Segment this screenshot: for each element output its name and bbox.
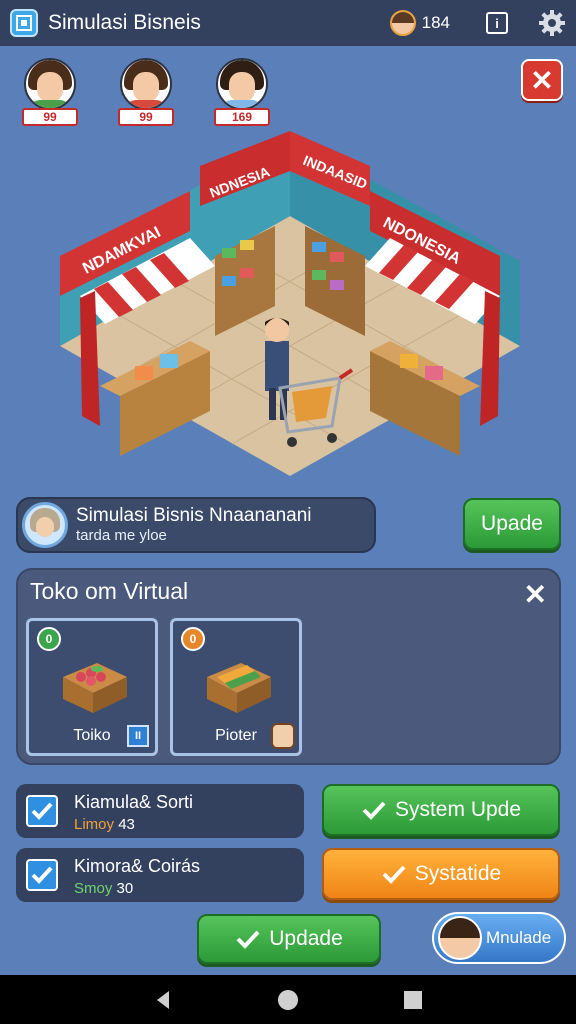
check-icon — [362, 801, 386, 820]
quest-stat: Limoy 43 — [74, 816, 135, 833]
info-subtitle: tarda me yloe — [76, 527, 167, 544]
manager-avatar — [438, 916, 482, 960]
app-title: Simulasi Bisneis — [48, 11, 201, 34]
quest-stat-label: Smoy — [74, 880, 113, 897]
mnulade-button[interactable]: Mnulade — [432, 912, 566, 964]
quest-stat-value: 30 — [116, 880, 134, 897]
quest-stat: Smoy 30 — [74, 880, 133, 897]
player-avatar — [120, 58, 172, 110]
player-score: 99 — [22, 108, 78, 126]
update-button-bottom[interactable]: Updade — [197, 914, 381, 964]
checkbox[interactable] — [26, 859, 58, 891]
quest-item-1[interactable]: Kiamula& Sorti Limoy 43 — [16, 784, 304, 838]
store-title: Toko om Virtual — [30, 578, 189, 604]
fruit-crate-icon — [63, 663, 127, 713]
player-score: 169 — [214, 108, 270, 126]
system-update-button[interactable]: System Upde — [322, 784, 560, 836]
update-button-top[interactable]: Upade — [463, 498, 561, 550]
back-icon[interactable] — [151, 988, 175, 1012]
player-avatar — [216, 58, 268, 110]
player-avatar-icon — [389, 10, 416, 36]
store-item-pioter[interactable]: 0 Pioter — [170, 618, 302, 756]
quest-stat-label: Limoy — [74, 816, 115, 833]
store-close-button[interactable]: ✕ — [524, 578, 547, 611]
simulation-info-bar: Simulasi Bisnis Nnaananani tarda me yloe — [16, 497, 376, 553]
button-label: Systatide — [414, 862, 502, 885]
player-1[interactable]: 99 — [20, 58, 80, 128]
check-icon — [236, 930, 260, 949]
info-button[interactable]: i — [486, 12, 508, 34]
quest-item-2[interactable]: Kimora& Coirás Smoy 30 — [16, 848, 304, 902]
item-tag-icon: II — [127, 725, 149, 747]
vendor-avatar — [271, 723, 295, 749]
virtual-store-panel: Toko om Virtual ✕ 0 Toiko II 0 Pioter — [16, 568, 561, 765]
gear-icon[interactable] — [538, 9, 566, 37]
store-scene[interactable]: NDNESIA INDAASID NDAMKVAI NDONESIA — [40, 126, 540, 494]
top-bar: Simulasi Bisneis 184 i — [0, 0, 576, 46]
home-icon[interactable] — [276, 988, 300, 1012]
info-title: Simulasi Bisnis Nnaananani — [76, 505, 312, 526]
close-button[interactable]: ✕ — [521, 59, 563, 101]
player-avatar — [24, 58, 76, 110]
check-icon — [382, 865, 406, 884]
button-label: Mnulade — [486, 928, 552, 947]
quest-title: Kimora& Coirás — [74, 856, 201, 876]
store-item-toiko[interactable]: 0 Toiko II — [26, 618, 158, 756]
button-label: System Upde — [394, 798, 522, 821]
quest-stat-value: 43 — [118, 816, 135, 833]
coin-count: 184 — [421, 13, 450, 32]
app-icon — [10, 9, 38, 37]
player-score: 99 — [118, 108, 174, 126]
quest-title: Kiamula& Sorti — [74, 792, 194, 812]
checkbox[interactable] — [26, 795, 58, 827]
button-label: Updade — [269, 927, 343, 950]
system-nav-bar — [0, 975, 576, 1024]
player-2[interactable]: 99 — [116, 58, 176, 128]
recents-icon[interactable] — [401, 988, 425, 1012]
player-3[interactable]: 169 — [212, 58, 272, 128]
vegetable-crate-icon — [207, 663, 271, 713]
systatide-button[interactable]: Systatide — [322, 848, 560, 900]
advisor-avatar — [22, 502, 68, 548]
players-row: 99 99 169 — [20, 58, 290, 128]
